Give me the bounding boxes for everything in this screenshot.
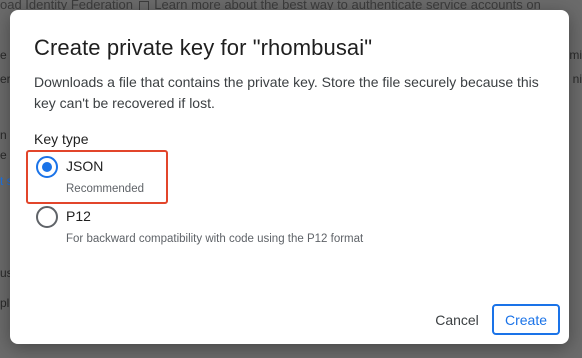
- background-fragment: mi: [569, 48, 582, 62]
- json-option-sublabel: Recommended: [66, 183, 144, 195]
- radio-json[interactable]: [36, 156, 58, 178]
- p12-option-sublabel: For backward compatibility with code usi…: [66, 233, 364, 245]
- dialog-description: Downloads a file that contains the priva…: [34, 74, 539, 111]
- create-button[interactable]: Create: [492, 304, 560, 335]
- json-option-label: JSON: [66, 158, 104, 174]
- background-fragment: ni: [572, 72, 582, 86]
- background-fragment: n: [0, 128, 7, 142]
- key-type-label: Key type: [34, 131, 89, 147]
- p12-option-label: P12: [66, 208, 91, 224]
- background-fragment: pl: [0, 296, 10, 310]
- create-private-key-dialog: Create private key for "rhombusai" Downl…: [10, 10, 569, 344]
- dialog-title: Create private key for "rhombusai": [34, 35, 373, 60]
- cancel-button[interactable]: Cancel: [423, 304, 491, 335]
- background-fragment: e: [0, 148, 7, 162]
- radio-p12[interactable]: [36, 206, 58, 228]
